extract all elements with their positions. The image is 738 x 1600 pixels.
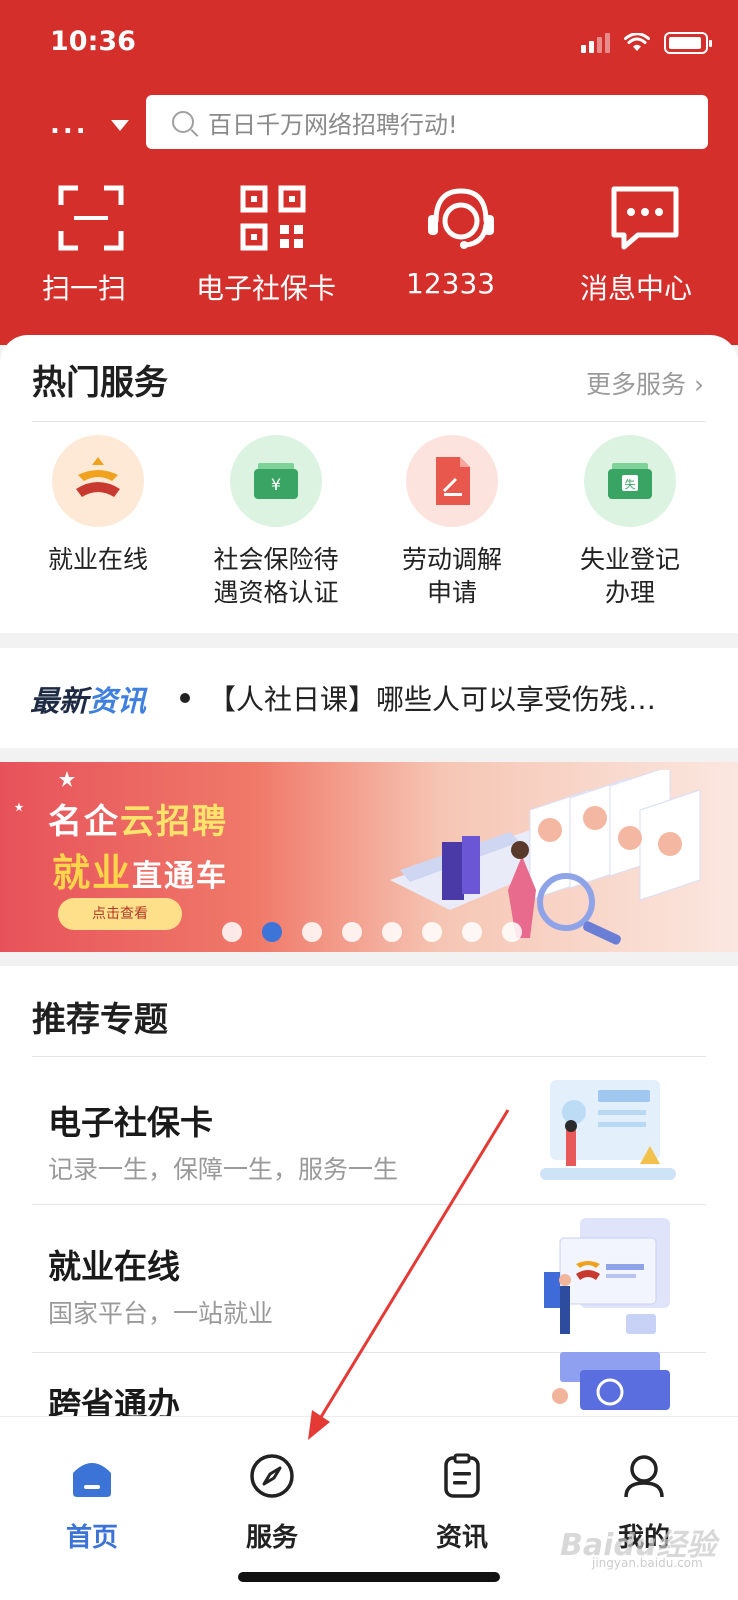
rec-item-subtitle: 记录一生，保障一生，服务一生 bbox=[48, 1155, 399, 1184]
headset-icon bbox=[428, 188, 494, 249]
page-dot[interactable] bbox=[382, 922, 402, 942]
recommended-item-employment[interactable]: 就业在线 国家平台，一站就业 bbox=[0, 1204, 738, 1352]
message-icon bbox=[611, 186, 679, 250]
status-time: 10:36 bbox=[50, 26, 136, 57]
banner-view-button[interactable]: 点击查看 bbox=[58, 898, 182, 930]
rec-item-title: 就业在线 bbox=[48, 1247, 180, 1286]
tab-label: 服务 bbox=[245, 1523, 298, 1553]
status-icons bbox=[581, 32, 712, 54]
wallet-yen-icon: ¥ bbox=[230, 435, 322, 527]
service-label: 失业登记 办理 bbox=[579, 545, 680, 607]
quick-action-label: 12333 bbox=[406, 267, 496, 300]
page-dot[interactable] bbox=[422, 922, 442, 942]
page-dot[interactable] bbox=[302, 922, 322, 942]
wifi-icon bbox=[624, 33, 650, 51]
recommended-section: 推荐专题 电子社保卡 记录一生，保障一生，服务一生 就业在线 国家平台，一站就业 bbox=[0, 966, 738, 1424]
quick-action-label: 消息中心 bbox=[580, 272, 693, 305]
document-pen-icon bbox=[406, 435, 498, 527]
tab-label: 资讯 bbox=[435, 1523, 488, 1553]
svg-text:失: 失 bbox=[625, 478, 636, 491]
recommended-title: 推荐专题 bbox=[32, 1000, 168, 1040]
page-dot-active[interactable] bbox=[262, 922, 282, 942]
bullet-icon bbox=[180, 693, 190, 703]
page-dot[interactable] bbox=[462, 922, 482, 942]
search-placeholder: 百日千万网络招聘行动! bbox=[208, 110, 458, 139]
service-label: 劳动调解 申请 bbox=[401, 545, 502, 607]
service-insurance-cert[interactable]: ¥ 社会保险待 遇资格认证 bbox=[196, 435, 356, 609]
tab-services[interactable]: 服务 bbox=[212, 1453, 332, 1554]
page-dot[interactable] bbox=[222, 922, 242, 942]
news-headline[interactable]: 【人社日课】哪些人可以享受伤残… bbox=[208, 678, 708, 718]
rec-item-title: 电子社保卡 bbox=[48, 1103, 213, 1142]
hot-services-title: 热门服务 bbox=[32, 363, 168, 403]
service-employment[interactable]: 就业在线 bbox=[18, 435, 178, 576]
search-icon bbox=[172, 111, 194, 133]
qrcode-icon bbox=[240, 185, 306, 251]
banner-subheadline: 就业直通车 bbox=[52, 851, 229, 895]
recommended-item-ecard[interactable]: 电子社保卡 记录一生，保障一生，服务一生 bbox=[0, 1056, 738, 1204]
page-dot[interactable] bbox=[502, 922, 522, 942]
scan-icon bbox=[58, 185, 124, 251]
rec-item-subtitle: 国家平台，一站就业 bbox=[48, 1299, 274, 1328]
service-label: 就业在线 bbox=[47, 545, 148, 574]
search-bar[interactable]: 百日千万网络招聘行动! bbox=[146, 95, 708, 149]
employment-illustration bbox=[544, 1218, 670, 1334]
caret-down-icon bbox=[110, 119, 129, 131]
banner-pagination bbox=[222, 922, 522, 942]
divider bbox=[32, 421, 706, 422]
profile-icon bbox=[624, 1455, 664, 1498]
quick-action-label: 电子社保卡 bbox=[196, 272, 337, 305]
banner-headline: 名企云招聘 bbox=[48, 802, 228, 842]
tab-news[interactable]: 资讯 bbox=[402, 1453, 522, 1554]
service-unemployment-register[interactable]: 失 失业登记 办理 bbox=[550, 435, 710, 609]
signal-icon bbox=[581, 33, 610, 53]
star-icon bbox=[59, 771, 75, 787]
cross-province-illustration bbox=[552, 1352, 670, 1410]
home-icon bbox=[73, 1463, 111, 1497]
tab-label: 首页 bbox=[65, 1523, 118, 1553]
more-services-link[interactable]: 更多服务 › bbox=[586, 365, 704, 401]
svg-text:¥: ¥ bbox=[271, 475, 281, 494]
star-icon bbox=[14, 802, 24, 812]
unemployment-card-icon: 失 bbox=[584, 435, 676, 527]
clipboard-icon bbox=[444, 1453, 480, 1498]
news-ticker[interactable]: 最新资讯 【人社日课】哪些人可以享受伤残… bbox=[0, 648, 738, 748]
tab-home[interactable]: 首页 bbox=[32, 1453, 152, 1554]
baidu-watermark-url: jingyan.baidu.com bbox=[592, 1556, 703, 1570]
hot-services-card: 热门服务 更多服务 › 就业在线 ¥ 社会保险待 遇资格认证 劳动调解 申请 失… bbox=[0, 335, 738, 633]
battery-icon bbox=[664, 32, 712, 54]
employment-logo-icon bbox=[52, 435, 144, 527]
home-indicator bbox=[238, 1572, 500, 1582]
app-header: 10:36 ... 百日千万网络招聘行动! 扫一扫 电子社保卡 12333 消息… bbox=[0, 0, 738, 345]
page-dot[interactable] bbox=[342, 922, 362, 942]
quick-action-label: 扫一扫 bbox=[42, 272, 127, 305]
service-labor-mediation[interactable]: 劳动调解 申请 bbox=[372, 435, 532, 609]
city-selector[interactable]: ... bbox=[50, 110, 129, 140]
city-name: ... bbox=[50, 110, 89, 140]
service-label: 社会保险待 遇资格认证 bbox=[213, 545, 339, 607]
compass-icon bbox=[250, 1454, 294, 1498]
recommended-item-cross-province[interactable]: 跨省通办 bbox=[0, 1352, 738, 1424]
news-badge: 最新资讯 bbox=[30, 684, 147, 718]
social-card-illustration bbox=[540, 1080, 676, 1180]
